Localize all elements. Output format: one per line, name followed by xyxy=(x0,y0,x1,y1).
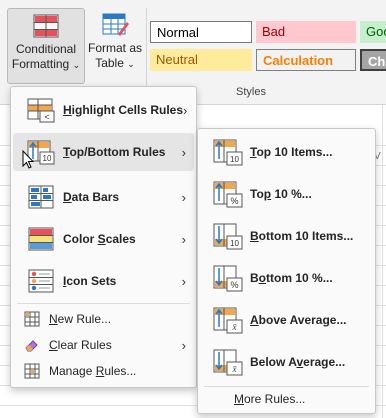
svg-text:10: 10 xyxy=(230,239,239,248)
menu-item-new-rule[interactable]: New Rule... xyxy=(13,306,194,332)
chevron-right-icon: › xyxy=(181,189,186,205)
submenu-item-bottom-10-items[interactable]: 10 Bottom 10 Items... xyxy=(200,217,373,255)
menu-item-icon-sets[interactable]: Icon Sets › xyxy=(13,262,194,300)
conditional-formatting-menu: < Highlight Cells Rules › 10 Top/Bottom … xyxy=(10,86,197,388)
submenu-item-below-average[interactable]: x̄ Below Average... xyxy=(200,343,373,381)
svg-text:x̄: x̄ xyxy=(232,364,238,374)
menu-item-manage-rules[interactable]: Manage Rules... xyxy=(13,358,194,384)
new-rule-icon xyxy=(21,311,43,327)
chevron-right-icon: › xyxy=(183,102,188,118)
conditional-formatting-icon xyxy=(33,14,59,38)
format-as-table-label-2: Table ⌄ xyxy=(95,56,135,70)
menu-item-label: Icon Sets xyxy=(63,274,117,288)
style-bad[interactable]: Bad xyxy=(256,21,356,43)
submenu-item-top-10-percent[interactable]: % Top 10 %... xyxy=(200,175,373,213)
menu-separator xyxy=(17,303,190,304)
submenu-item-label: More Rules... xyxy=(234,392,306,406)
styles-group-label: Styles xyxy=(236,86,266,98)
submenu-item-label: Above Average... xyxy=(250,313,347,327)
submenu-item-more-rules[interactable]: More Rules... xyxy=(200,387,373,411)
eraser-icon xyxy=(21,337,43,353)
manage-rules-icon xyxy=(21,363,43,379)
below-average-icon: x̄ xyxy=(212,348,244,376)
format-as-table-label-1: Format as xyxy=(87,41,142,55)
icon-sets-icon xyxy=(25,268,57,294)
style-check-cell[interactable]: Che xyxy=(360,49,386,71)
menu-item-label: Clear Rules xyxy=(49,338,112,352)
submenu-item-label: Bottom 10 Items... xyxy=(250,229,354,243)
style-normal[interactable]: Normal xyxy=(150,21,252,43)
menu-item-highlight-cells-rules[interactable]: < Highlight Cells Rules › xyxy=(13,91,194,129)
conditional-formatting-button[interactable]: Conditional Formatting ⌄ xyxy=(7,8,85,84)
chevron-right-icon: › xyxy=(181,273,186,289)
group-separator xyxy=(146,8,147,96)
menu-item-label: Data Bars xyxy=(63,190,120,204)
menu-item-label: Highlight Cells Rules xyxy=(63,103,184,117)
submenu-item-top-10-items[interactable]: 10 Top 10 Items... xyxy=(200,133,373,171)
bottom-10-percent-icon: % xyxy=(212,264,244,292)
chevron-down-icon: ⌄ xyxy=(127,59,135,69)
submenu-item-above-average[interactable]: x̄ Above Average... xyxy=(200,301,373,339)
menu-item-label: Color Scales xyxy=(63,232,136,246)
svg-text:%: % xyxy=(230,196,238,206)
conditional-formatting-label-2: Formatting ⌄ xyxy=(11,57,81,71)
data-bars-icon xyxy=(25,184,57,210)
grid-line xyxy=(382,105,383,418)
menu-item-color-scales[interactable]: Color Scales › xyxy=(13,220,194,258)
submenu-item-bottom-10-percent[interactable]: % Bottom 10 %... xyxy=(200,259,373,297)
svg-text:10: 10 xyxy=(230,155,239,164)
style-neutral[interactable]: Neutral xyxy=(150,49,252,71)
style-good[interactable]: Goo xyxy=(360,21,386,43)
svg-text:%: % xyxy=(230,280,238,290)
format-as-table-button[interactable]: Format as Table ⌄ xyxy=(86,8,144,82)
conditional-formatting-label-1: Conditional xyxy=(15,42,77,56)
format-as-table-icon xyxy=(102,13,129,36)
bottom-10-items-icon: 10 xyxy=(212,222,244,250)
chevron-right-icon: › xyxy=(181,337,186,353)
chevron-down-icon: ⌄ xyxy=(72,60,81,70)
menu-item-label: New Rule... xyxy=(49,312,112,326)
menu-item-clear-rules[interactable]: Clear Rules › xyxy=(13,332,194,358)
submenu-item-label: Top 10 %... xyxy=(250,187,312,201)
mouse-cursor-icon xyxy=(22,150,34,169)
menu-item-data-bars[interactable]: Data Bars › xyxy=(13,178,194,216)
top-10-percent-icon: % xyxy=(212,180,244,208)
color-scales-icon xyxy=(25,226,57,252)
menu-item-label: Manage Rules... xyxy=(49,364,137,378)
chevron-right-icon: › xyxy=(181,231,186,247)
chevron-right-icon: › xyxy=(181,144,186,160)
top-bottom-rules-submenu: 10 Top 10 Items... % Top 10 %... 10 Bott… xyxy=(197,128,376,414)
above-average-icon: x̄ xyxy=(212,306,244,334)
submenu-item-label: Bottom 10 %... xyxy=(250,271,333,285)
top-10-items-icon: 10 xyxy=(212,138,244,166)
style-calculation[interactable]: Calculation xyxy=(256,49,356,71)
submenu-item-label: Top 10 Items... xyxy=(250,145,333,159)
svg-text:x̄: x̄ xyxy=(232,322,238,332)
svg-text:10: 10 xyxy=(43,154,52,163)
submenu-item-label: Below Average... xyxy=(250,355,346,369)
highlight-cells-rules-icon: < xyxy=(25,97,57,123)
svg-text:<: < xyxy=(44,112,49,122)
menu-item-top-bottom-rules[interactable]: 10 Top/Bottom Rules › xyxy=(13,133,194,171)
menu-item-label: Top/Bottom Rules xyxy=(63,145,166,159)
